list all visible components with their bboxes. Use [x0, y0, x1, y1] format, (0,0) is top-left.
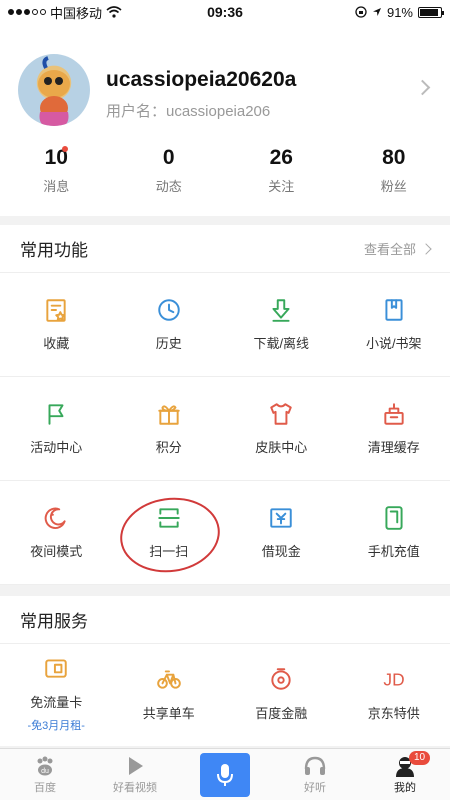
stat-followers[interactable]: 80 粉丝 — [338, 146, 450, 195]
function-label: 皮肤中心 — [255, 440, 308, 455]
username: ucassiopeia20620a — [106, 68, 297, 91]
account-name: 用户名：ucassiopeia206 — [106, 103, 271, 120]
view-all-link[interactable]: 查看全部 — [364, 239, 432, 258]
gift-icon — [156, 401, 182, 427]
stat-messages[interactable]: 10 消息 — [0, 146, 113, 195]
common-functions-card: 常用功能 查看全部 收藏 历史 下载/离线 小说/书架活动中心 积分 皮肤中心 清理缓存夜间… — [0, 225, 450, 585]
function-label: 活动中心 — [30, 440, 83, 455]
service-label: 百度金融 — [255, 706, 308, 721]
service-item[interactable]: JD 京东特供 — [338, 644, 450, 744]
stat-following[interactable]: 26 关注 — [225, 146, 338, 195]
shirt-icon — [268, 401, 294, 427]
moon-icon — [43, 505, 69, 531]
rotation-lock-icon — [355, 6, 367, 18]
function-label: 积分 — [155, 440, 182, 455]
section-title: 常用功能 — [20, 241, 88, 260]
tab-videos[interactable]: 好看视频 — [90, 749, 180, 800]
section-title: 常用服务 — [20, 612, 88, 631]
download-icon — [268, 297, 294, 323]
chevron-right-icon — [420, 242, 432, 255]
notification-badge: 10 — [409, 751, 431, 765]
profile-stats: 10 消息 0 动态 26 关注 80 粉丝 — [0, 146, 450, 195]
phone-recharge-icon — [381, 505, 407, 531]
wifi-icon — [106, 6, 122, 18]
finance-icon — [268, 666, 294, 697]
function-item[interactable]: 下载/离线 — [225, 273, 338, 377]
service-item[interactable]: 共享单车 — [113, 644, 226, 744]
functions-grid: 收藏 历史 下载/离线 小说/书架 活动中心 积分 皮肤中心 清理缓存 夜间模式 扫一扫 借现金 手机… — [0, 273, 450, 585]
bicycle-icon — [156, 666, 182, 697]
voice-search-button[interactable] — [200, 752, 250, 797]
service-item[interactable]: 百度金融 — [225, 644, 338, 744]
avatar[interactable] — [18, 54, 90, 126]
tab-mine[interactable]: 10 我的 — [360, 749, 450, 800]
function-item[interactable]: 小说/书架 — [337, 273, 450, 377]
svg-text:JD: JD — [383, 670, 404, 690]
headphones-icon — [304, 756, 326, 775]
status-time: 09:36 — [207, 4, 243, 20]
services-grid: 免流量卡 -免3月月租- 共享单车 百度金融 JD 京东特供 — [0, 644, 450, 744]
function-label: 小说/书架 — [365, 336, 422, 351]
function-label: 收藏 — [43, 336, 70, 351]
unread-dot — [62, 146, 68, 152]
cash-icon — [268, 505, 294, 531]
chevron-right-icon[interactable] — [414, 79, 431, 96]
sim-card-icon — [43, 655, 69, 686]
function-label: 历史 — [155, 336, 182, 351]
tab-listen[interactable]: 好听 — [270, 749, 360, 800]
function-item[interactable]: 皮肤中心 — [225, 377, 338, 481]
function-item[interactable]: 收藏 — [0, 273, 113, 377]
status-bar: 中国移动 09:36 91% — [0, 0, 450, 24]
profile-card[interactable]: ucassiopeia20620a 用户名：ucassiopeia206 10 … — [0, 24, 450, 216]
battery-percent: 91% — [386, 4, 413, 20]
function-label: 借现金 — [261, 544, 301, 559]
mic-icon — [217, 763, 233, 786]
clock-icon — [156, 297, 182, 323]
function-item[interactable]: 清理缓存 — [337, 377, 450, 481]
function-label: 下载/离线 — [253, 336, 310, 351]
function-item[interactable]: 借现金 — [225, 481, 338, 585]
location-arrow-icon — [372, 8, 381, 16]
bookmark-star-icon — [43, 297, 69, 323]
function-label: 夜间模式 — [30, 544, 83, 559]
svg-text:du: du — [41, 768, 49, 775]
battery-icon — [418, 6, 444, 18]
service-sublabel: -免3月月租- — [27, 720, 85, 732]
service-label: 共享单车 — [142, 706, 195, 721]
signal-icon — [8, 9, 46, 15]
stat-updates[interactable]: 0 动态 — [113, 146, 226, 195]
carrier-label: 中国移动 — [50, 5, 103, 21]
flag-icon — [43, 401, 69, 427]
play-icon — [129, 756, 143, 775]
function-item[interactable]: 历史 — [112, 273, 225, 377]
function-item[interactable]: 活动中心 — [0, 377, 113, 481]
tab-voice[interactable] — [180, 749, 270, 800]
function-item[interactable]: 手机充值 — [337, 481, 450, 585]
function-item[interactable]: 夜间模式 — [0, 481, 113, 585]
service-label: 京东特供 — [367, 706, 420, 721]
function-label: 清理缓存 — [367, 440, 420, 455]
service-item[interactable]: 免流量卡 -免3月月租- — [0, 644, 113, 744]
book-icon — [381, 297, 407, 323]
function-label: 手机充值 — [367, 544, 420, 559]
clean-icon — [381, 401, 407, 427]
jd-icon: JD — [381, 666, 407, 697]
bottom-tab-bar: du 百度 好看视频 好听 10 我的 — [0, 748, 450, 800]
service-label: 免流量卡 — [30, 695, 83, 710]
tab-baidu[interactable]: du 百度 — [0, 749, 90, 800]
common-services-card: 常用服务 免流量卡 -免3月月租- 共享单车 百度金融 JD 京东特供 — [0, 596, 450, 746]
function-item[interactable]: 积分 — [112, 377, 225, 481]
paw-icon: du — [37, 756, 53, 775]
